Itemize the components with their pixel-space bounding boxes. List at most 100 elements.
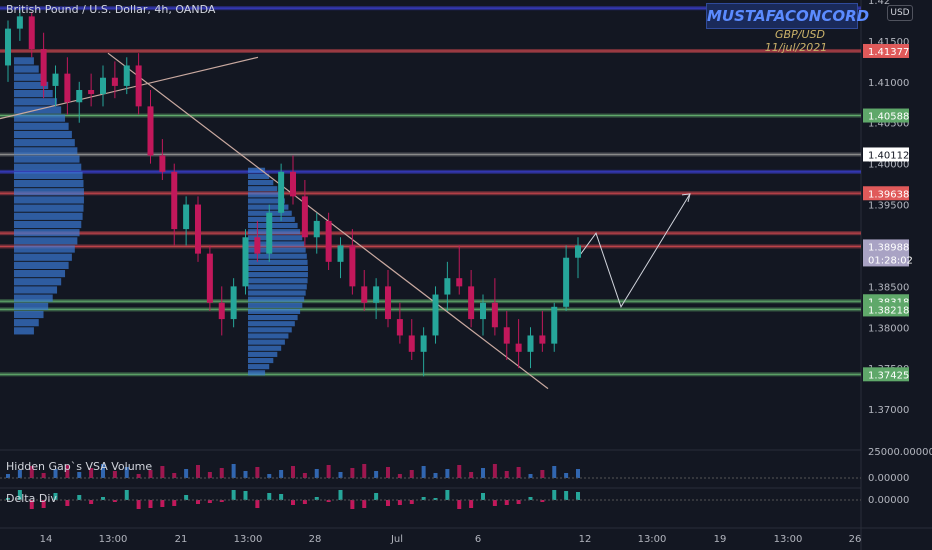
delta-bar: [409, 500, 414, 504]
x-tick-label: 13:00: [638, 534, 667, 545]
candle-body: [503, 327, 510, 344]
volume-bar: [41, 473, 46, 478]
volume-profile-bar: [248, 284, 307, 290]
delta-bar: [397, 500, 402, 505]
delta-bar: [160, 500, 165, 507]
volume-bar: [540, 470, 545, 478]
candle-body: [456, 278, 463, 287]
x-tick-label: 14: [40, 534, 53, 545]
volume-bar: [504, 471, 509, 478]
volume-bar: [469, 472, 474, 478]
delta-bar: [469, 500, 474, 508]
volume-profile-bar: [14, 130, 72, 139]
volume-profile-bar: [14, 220, 82, 229]
candle-body: [100, 77, 106, 95]
volume-profile-bar: [248, 357, 274, 364]
delta-bar: [184, 495, 189, 500]
volume-profile-bar: [14, 147, 78, 155]
candle-body: [76, 90, 83, 103]
volume-profile-bar: [14, 163, 82, 171]
y-tick-label: 1.41000: [868, 78, 909, 89]
volume-profile-bar: [248, 278, 308, 284]
volume-bar: [160, 466, 165, 478]
volume-profile-bar: [248, 180, 274, 186]
pane-axis-label: 25000.00000: [868, 447, 932, 458]
volume-profile-bar: [248, 370, 266, 376]
volume-bar: [6, 474, 10, 478]
candle-body: [183, 204, 190, 230]
volume-profile-bar: [14, 114, 66, 122]
candle-body: [444, 278, 451, 295]
candle-body: [5, 28, 11, 66]
volume-profile-bar: [14, 57, 34, 65]
volume-profile-bar: [14, 73, 44, 81]
delta-bar: [552, 490, 557, 500]
volume-bar: [350, 468, 355, 478]
volume-bar: [136, 474, 141, 478]
candle-body: [206, 253, 213, 303]
candle-body: [396, 319, 403, 336]
delta-bar: [457, 500, 462, 509]
x-tick-label: 13:00: [99, 534, 128, 545]
volume-profile-bar: [248, 315, 298, 321]
delta-pane-label: Delta Div: [6, 492, 57, 505]
volume-profile-bar: [14, 65, 39, 73]
delta-bar: [386, 500, 390, 506]
price-label: 1.38218: [868, 305, 909, 316]
volume-bar: [338, 472, 343, 478]
volume-bar: [481, 468, 485, 478]
delta-bar: [124, 490, 129, 500]
delta-bar: [231, 490, 236, 500]
y-tick-label: 1.38500: [868, 282, 909, 293]
volume-profile-bar: [248, 308, 301, 314]
candle-body: [373, 286, 380, 303]
candle-body: [480, 302, 486, 320]
price-label: 1.40588: [868, 112, 909, 123]
candle-body: [301, 196, 308, 238]
delta-bar: [243, 491, 248, 500]
candle-body: [135, 65, 142, 107]
candle-body: [52, 73, 59, 86]
candle-body: [64, 73, 71, 103]
volume-profile-bar: [14, 98, 58, 106]
volume-bar: [291, 466, 295, 478]
candle-body: [16, 16, 23, 29]
candle-body: [420, 335, 427, 352]
price-label: 1.40112: [868, 150, 909, 161]
x-tick-label: 28: [309, 534, 322, 545]
currency-button[interactable]: USD: [887, 5, 913, 21]
candle-body: [337, 245, 344, 262]
delta-bar: [492, 500, 497, 506]
volume-bar: [302, 473, 307, 478]
volume-bar: [457, 465, 462, 478]
volume-profile-bar: [248, 173, 270, 179]
volume-profile-bar: [248, 333, 289, 339]
delta-bar: [481, 493, 485, 500]
volume-profile-bar: [14, 237, 78, 245]
volume-profile-bar: [248, 351, 278, 357]
candle-body: [361, 286, 368, 303]
volume-profile-bar: [248, 265, 308, 272]
delta-bar: [374, 493, 379, 500]
volume-profile-bar: [248, 192, 282, 198]
candle-body: [325, 220, 332, 262]
delta-bar: [279, 494, 284, 500]
x-tick-label: 13:00: [774, 534, 803, 545]
delta-bar: [196, 500, 200, 504]
volume-bar: [528, 474, 533, 478]
volume-bar: [386, 467, 390, 478]
volume-bar: [172, 473, 177, 478]
candle-body: [408, 335, 415, 352]
candle-body: [313, 220, 320, 238]
volume-bar: [397, 474, 402, 478]
candle-body: [40, 49, 47, 86]
volume-bar: [279, 470, 284, 478]
y-tick-label: 1.39500: [868, 201, 909, 212]
volume-profile-bar: [248, 186, 278, 192]
candle-body: [432, 294, 439, 336]
delta-bar: [172, 500, 177, 506]
volume-profile-bar: [248, 321, 295, 327]
x-tick-label: 12: [579, 534, 592, 545]
delta-bar: [576, 492, 580, 500]
x-tick-label: 21: [175, 534, 188, 545]
